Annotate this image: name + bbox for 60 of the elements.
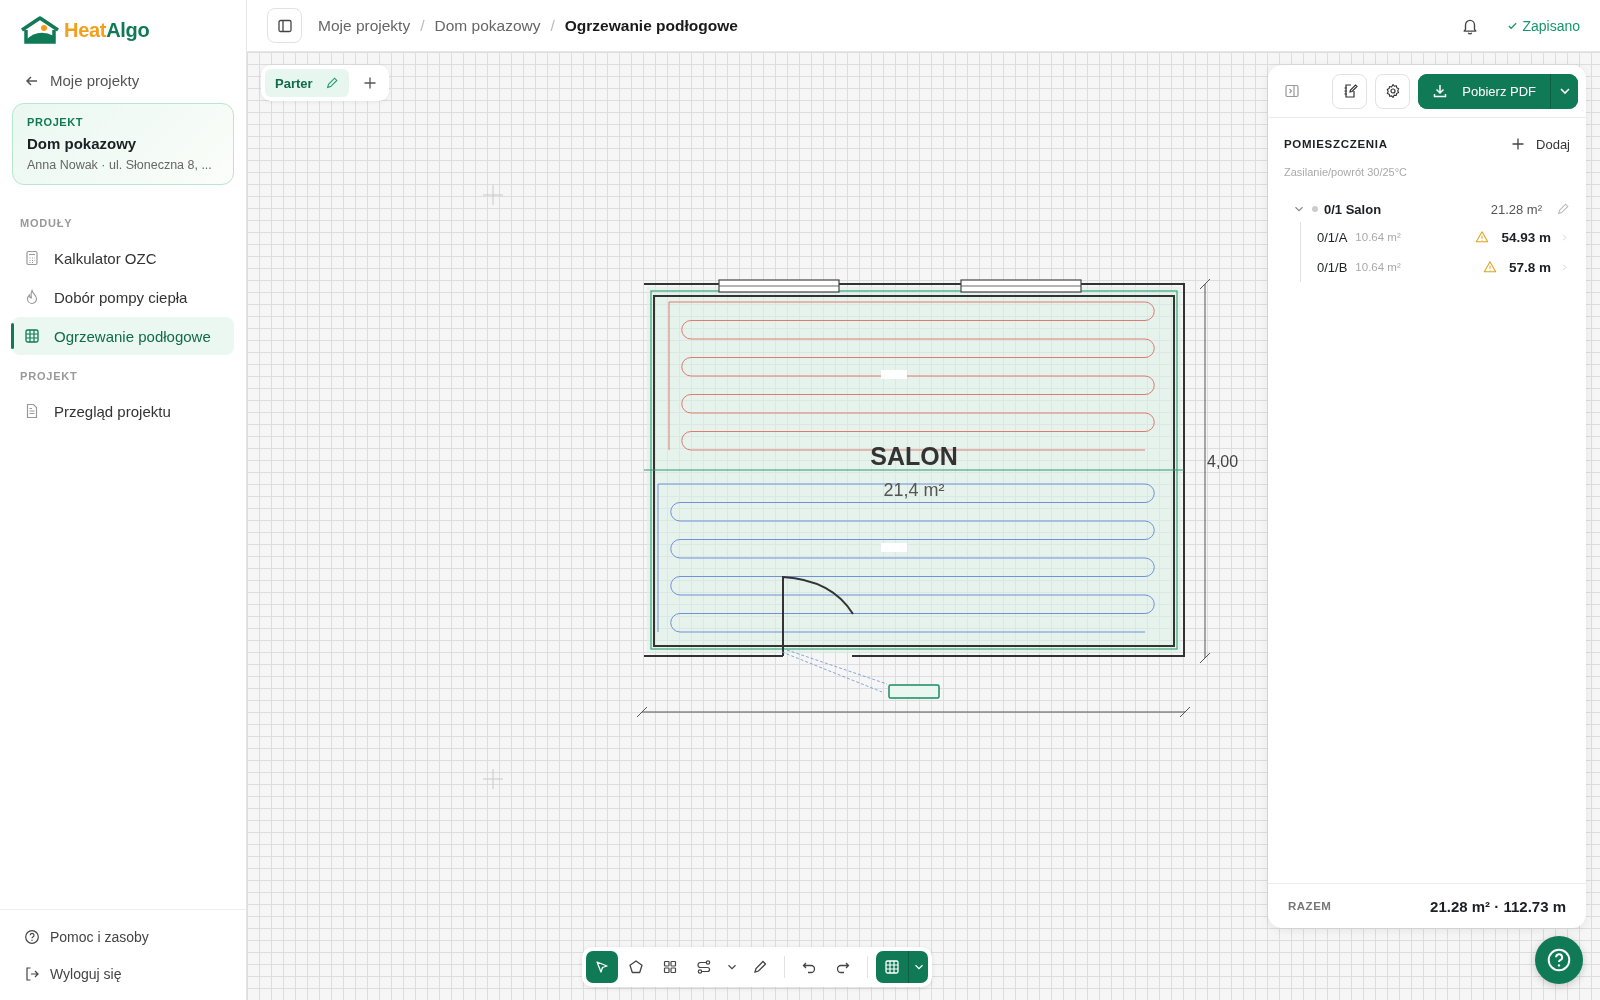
nav-item[interactable]: Ogrzewanie podłogowe (12, 317, 234, 355)
back-link[interactable]: Moje projekty (12, 60, 234, 101)
logo-text: HeatAlgo (64, 18, 150, 42)
pencil-icon (752, 959, 768, 975)
pentagon-icon (628, 959, 644, 975)
grid-icon (884, 959, 900, 975)
footer-link[interactable]: Pomoc i zasoby (12, 918, 234, 955)
room-row[interactable]: 0/1 Salon 21.28 m² (1284, 196, 1570, 222)
tool-button[interactable] (586, 951, 618, 983)
save-status: Zapisano (1507, 17, 1580, 34)
four-squares-icon (662, 959, 678, 975)
card-label: PROJEKT (27, 116, 85, 128)
total-label: RAZEM (1288, 900, 1332, 912)
project-name: Dom pokazowy (27, 135, 138, 152)
total-value: 21.28 m² · 112.73 m (1430, 897, 1566, 915)
breadcrumb-link[interactable]: Dom pokazowy (434, 16, 541, 35)
help-icon (24, 928, 40, 945)
download-icon (1432, 83, 1449, 99)
section-heading: MODUŁY (19, 216, 74, 231)
settings-button[interactable] (1375, 73, 1411, 109)
breadcrumb-link[interactable]: Ogrzewanie podłogowe (564, 16, 738, 35)
help-icon (1546, 947, 1572, 973)
check-icon (1507, 20, 1519, 31)
logout-icon (24, 965, 40, 982)
pencil-icon (324, 76, 339, 90)
nav-item[interactable]: Przegląd projektu (12, 392, 234, 430)
document-icon (24, 403, 40, 419)
project-card[interactable]: PROJEKT Dom pokazowy Anna Nowak · ul. Słoneczna 8, ... (12, 103, 234, 185)
sidebar-icon (276, 17, 293, 34)
dimension-label: 4,00 (1207, 453, 1239, 470)
grid-icon (24, 328, 40, 344)
supply-temperature: Zasilanie/powrót 30/25°C (1284, 166, 1409, 178)
settings-icon (1384, 83, 1401, 99)
plus-icon (1510, 136, 1527, 152)
breadcrumb-separator: / (420, 16, 425, 35)
notes-button[interactable] (1332, 73, 1368, 109)
add-room-button[interactable]: Dodaj (1510, 136, 1570, 152)
pdf-options-button[interactable] (1550, 73, 1578, 109)
footer-link[interactable]: Wyloguj się (12, 955, 234, 992)
pointer-icon (594, 959, 610, 975)
flame-icon (24, 289, 40, 305)
panel-heading: POMIESZCZENIA (1284, 138, 1388, 150)
collapse-panel-icon[interactable] (1284, 83, 1300, 99)
section-heading: PROJEKT (19, 369, 79, 384)
house-logo-icon (20, 16, 60, 44)
sidebar-toggle-button[interactable] (267, 8, 302, 43)
route-icon (696, 959, 712, 975)
floor-tab[interactable]: Parter (265, 69, 349, 97)
loop-row[interactable]: 0/1/A 10.64 m² 54.93 m (1317, 222, 1570, 252)
project-details: Anna Nowak · ul. Słoneczna 8, ... (27, 158, 213, 172)
breadcrumb-separator: / (550, 16, 555, 35)
room-area: 21,4 m² (883, 480, 945, 500)
nav-item[interactable]: Dobór pompy ciepła (12, 278, 234, 316)
calculator-icon (24, 250, 40, 266)
help-button[interactable] (1535, 936, 1583, 984)
nav-item[interactable]: Kalkulator OZC (12, 239, 234, 277)
room-name: SALON (870, 442, 958, 470)
loop-row[interactable]: 0/1/B 10.64 m² 57.8 m (1317, 252, 1570, 282)
status-dot-icon (1312, 206, 1318, 212)
breadcrumb-link[interactable]: Moje projekty (318, 16, 411, 35)
